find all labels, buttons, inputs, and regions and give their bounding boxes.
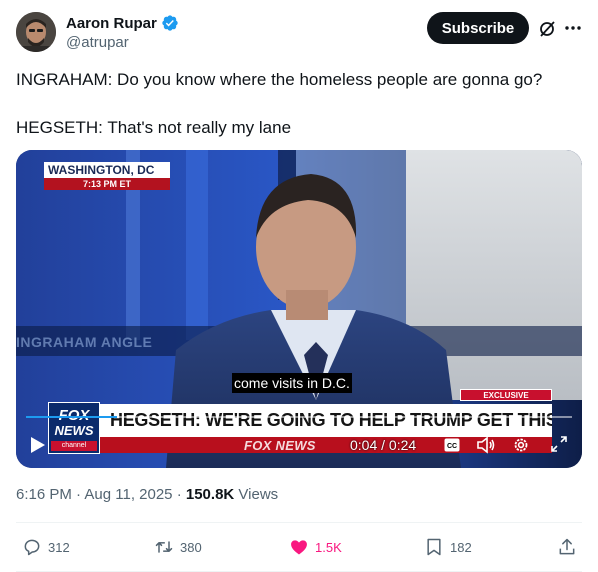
settings-gear-icon[interactable] <box>512 436 530 454</box>
tweet-meta: 6:16 PM · Aug 11, 2025 · 150.8K Views <box>16 486 278 503</box>
play-icon[interactable] <box>30 436 46 454</box>
video-progress-bar[interactable] <box>26 416 572 418</box>
share-icon <box>559 538 575 555</box>
reply-count: 312 <box>48 539 70 555</box>
tweet-line-1: INGRAHAM: Do you know where the homeless… <box>16 70 543 89</box>
views-label: Views <box>238 486 279 503</box>
set-wall-text: INGRAHAM ANGLE <box>16 334 153 350</box>
fullscreen-icon[interactable] <box>551 436 567 452</box>
share-button[interactable] <box>557 537 577 557</box>
author-name[interactable]: Aaron Rupar <box>66 15 157 32</box>
video-timecode: 0:04 / 0:24 <box>350 437 417 453</box>
views-count: 150.8K <box>185 486 235 503</box>
repost-icon <box>155 541 173 553</box>
video-progress-fill <box>26 416 118 418</box>
author-name-row[interactable]: Aaron Rupar <box>66 14 179 32</box>
video-caption: come visits in D.C. <box>232 373 352 393</box>
grok-slash-icon[interactable] <box>537 19 557 39</box>
avatar[interactable] <box>16 12 56 52</box>
reply-icon <box>24 539 40 556</box>
closed-captions-icon[interactable]: CC <box>444 438 460 452</box>
exclusive-badge: EXCLUSIVE <box>460 389 552 401</box>
tweet-time[interactable]: 6:16 PM <box>16 486 72 503</box>
tweet-date[interactable]: Aug 11, 2025 <box>84 486 172 503</box>
more-dots-icon[interactable] <box>563 18 583 38</box>
video-player[interactable]: WASHINGTON, DC 7:13 PM ET INGRAHAM ANGLE… <box>16 150 582 468</box>
news-dateline: WASHINGTON, DC 7:13 PM ET <box>44 162 174 192</box>
volume-icon[interactable] <box>476 436 496 454</box>
like-button[interactable]: 1.5K <box>289 537 342 557</box>
dateline-time: 7:13 PM ET <box>44 178 170 190</box>
author-handle[interactable]: @atrupar <box>66 34 129 51</box>
repost-button[interactable]: 380 <box>154 537 202 557</box>
svg-text:CC: CC <box>447 443 457 450</box>
bookmark-button[interactable]: 182 <box>424 537 472 557</box>
like-count: 1.5K <box>315 539 342 555</box>
meta-separator: · <box>176 486 186 503</box>
video-controls: FOX NEWS 0:04 / 0:24 CC <box>16 428 582 462</box>
repost-count: 380 <box>180 539 202 555</box>
tweet-line-2: HEGSETH: That's not really my lane <box>16 118 292 137</box>
bookmark-icon <box>427 538 441 556</box>
tweet-text: INGRAHAM: Do you know where the homeless… <box>16 68 576 140</box>
dateline-location: WASHINGTON, DC <box>44 162 170 178</box>
fox-news-watermark: FOX NEWS <box>244 438 316 453</box>
bookmark-count: 182 <box>450 539 472 555</box>
subscribe-button[interactable]: Subscribe <box>427 12 529 44</box>
heart-icon <box>291 540 307 555</box>
divider <box>16 522 582 523</box>
reply-button[interactable]: 312 <box>22 537 70 557</box>
verified-badge-icon <box>162 15 178 31</box>
